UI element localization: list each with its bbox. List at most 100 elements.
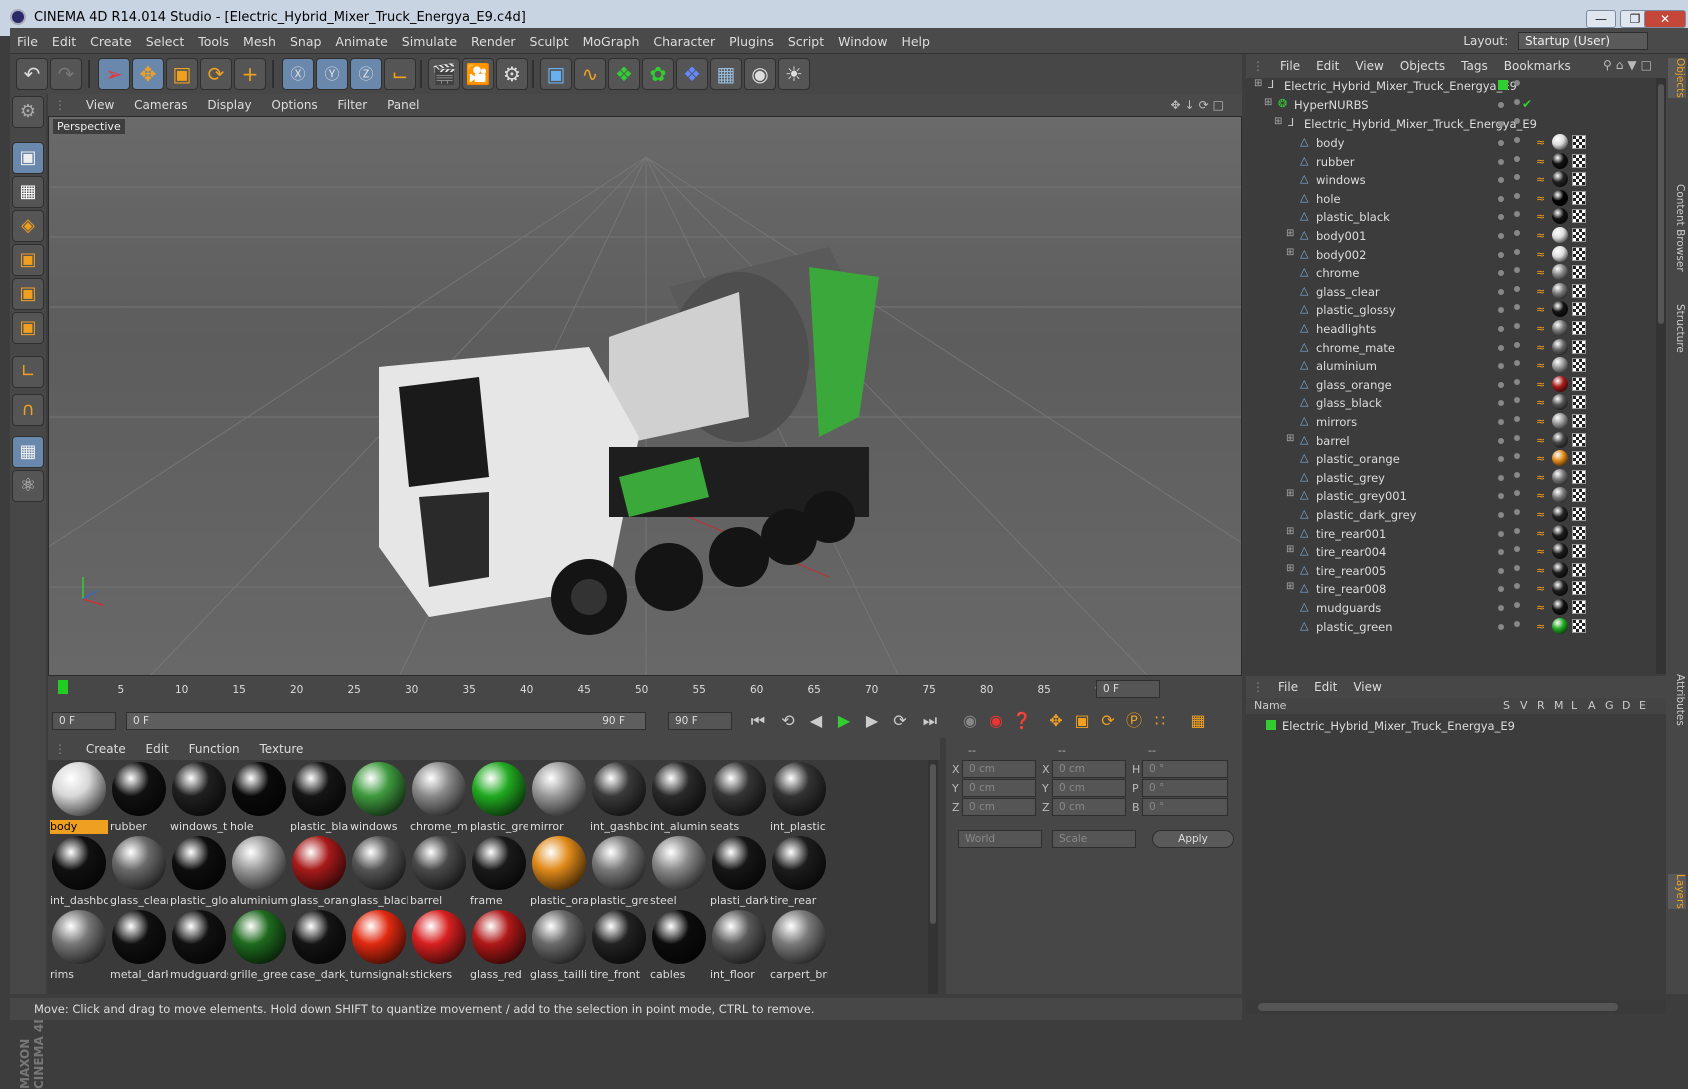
visibility-dot[interactable] <box>1498 605 1504 611</box>
render-dot[interactable] <box>1514 99 1520 105</box>
expand-icon[interactable]: ⊞ <box>1264 97 1272 108</box>
render-dot[interactable] <box>1514 267 1520 274</box>
material-tag[interactable] <box>1552 320 1568 336</box>
visibility-dot[interactable] <box>1498 326 1504 332</box>
material-tag[interactable] <box>1552 524 1568 541</box>
object-row[interactable]: ⊞ △ tire_rear008 ≈ <box>1246 579 1656 599</box>
locked-workplane-icon[interactable]: ⚛ <box>12 470 44 502</box>
menu-window[interactable]: Window <box>831 28 894 49</box>
phong-tag-icon[interactable]: ≈ <box>1536 564 1548 577</box>
object-row[interactable]: △ plastic_glossy ≈ <box>1246 300 1656 320</box>
close-button[interactable]: ✕ <box>1644 10 1686 28</box>
viewport-menu-options[interactable]: Options <box>263 94 325 112</box>
menu-simulate[interactable]: Simulate <box>395 28 464 49</box>
visibility-dot[interactable] <box>1498 512 1504 518</box>
material-menu-texture[interactable]: Texture <box>251 738 311 756</box>
render-dot[interactable] <box>1514 509 1520 515</box>
material-swatch[interactable]: tire_front <box>588 908 648 982</box>
material-tag[interactable] <box>1552 617 1568 634</box>
render-settings-icon[interactable]: ⚙ <box>496 58 528 90</box>
coord-value-field[interactable]: 0 ° <box>1142 798 1228 816</box>
layer-row[interactable]: Electric_Hybrid_Mixer_Truck_Energya_E9 <box>1246 716 1656 736</box>
layer-color-swatch[interactable] <box>1266 720 1276 730</box>
visibility-dot[interactable] <box>1498 549 1504 556</box>
expand-icon[interactable]: ⊞ <box>1286 488 1294 499</box>
phong-tag-icon[interactable]: ≈ <box>1536 229 1548 242</box>
menu-snap[interactable]: Snap <box>283 28 328 49</box>
timeline-playhead[interactable] <box>58 680 68 694</box>
render-dot[interactable] <box>1514 192 1520 199</box>
material-swatch[interactable]: barrel <box>408 834 468 908</box>
render-dot[interactable] <box>1514 564 1520 571</box>
menu-help[interactable]: Help <box>894 28 937 49</box>
material-tag[interactable] <box>1552 264 1568 281</box>
material-tag[interactable] <box>1552 152 1568 169</box>
render-dot[interactable] <box>1514 304 1520 311</box>
material-swatch[interactable]: glass_tailli <box>528 908 588 982</box>
menu-file[interactable]: File <box>10 28 45 49</box>
render-dot[interactable] <box>1514 453 1520 460</box>
move-tool-icon[interactable]: ✥ <box>132 58 164 90</box>
material-swatch[interactable]: grille_greei <box>228 908 288 982</box>
render-dot[interactable] <box>1514 80 1520 86</box>
render-dot[interactable] <box>1514 230 1520 236</box>
polygons-mode-icon[interactable]: ▣ <box>12 312 44 344</box>
object-row[interactable]: △ glass_black ≈ <box>1246 393 1656 413</box>
material-swatch[interactable]: body <box>48 760 108 834</box>
object-row[interactable]: △ plastic_grey ≈ <box>1246 468 1656 488</box>
expand-icon[interactable]: ⊞ <box>1286 581 1294 592</box>
material-swatch[interactable]: hole <box>228 760 288 834</box>
phong-tag-icon[interactable]: ≈ <box>1536 341 1548 354</box>
camera-icon[interactable]: ◉ <box>744 58 776 90</box>
tab-content-browser[interactable]: Content Browser <box>1668 184 1686 272</box>
texture-tag[interactable] <box>1572 190 1586 205</box>
object-row[interactable]: ⊞ ⅃ Electric_Hybrid_Mixer_Truck_Energya_E9 <box>1246 76 1656 96</box>
texture-tag[interactable] <box>1572 135 1586 149</box>
layer-menu-edit[interactable]: Edit <box>1306 676 1345 698</box>
visibility-dot[interactable] <box>1498 400 1504 407</box>
render-dot[interactable] <box>1514 341 1520 348</box>
texture-tag[interactable] <box>1572 451 1586 466</box>
material-swatch[interactable]: int_gashbc <box>588 760 648 834</box>
material-swatch[interactable]: glass_black <box>348 834 408 908</box>
menu-script[interactable]: Script <box>781 28 831 49</box>
material-swatch[interactable]: stickers <box>408 908 468 982</box>
object-row[interactable]: ⊞ △ barrel ≈ <box>1246 431 1656 451</box>
menu-character[interactable]: Character <box>646 28 722 49</box>
material-swatch[interactable]: plastic_bla <box>288 760 348 834</box>
apply-button[interactable]: Apply <box>1152 830 1234 848</box>
viewport-menu-panel[interactable]: Panel <box>379 94 427 112</box>
material-swatch[interactable]: aluminium <box>228 834 288 908</box>
edges-mode-icon[interactable]: ▣ <box>12 278 44 310</box>
texture-tag[interactable] <box>1572 172 1586 187</box>
material-swatch[interactable]: case_dark_ <box>288 908 348 982</box>
visibility-dot[interactable] <box>1498 493 1504 500</box>
visibility-dot[interactable] <box>1498 567 1504 574</box>
perspective-viewport[interactable]: Perspective <box>48 116 1242 676</box>
material-swatch[interactable]: glass_clear <box>108 834 168 908</box>
object-row[interactable]: △ glass_orange ≈ <box>1246 375 1656 395</box>
object-menu-edit[interactable]: Edit <box>1308 54 1347 73</box>
object-row[interactable]: ⊞ △ tire_rear005 ≈ <box>1246 561 1656 581</box>
undo-icon[interactable]: ↶ <box>16 58 48 90</box>
spline-icon[interactable]: ∿ <box>574 58 606 90</box>
material-swatch[interactable]: windows_t <box>168 760 228 834</box>
snapping-icon[interactable]: ∩ <box>12 394 44 426</box>
texture-tag[interactable] <box>1572 302 1586 317</box>
object-menu-bookmarks[interactable]: Bookmarks <box>1496 54 1579 73</box>
coord-value-field[interactable]: 0 ° <box>1142 760 1228 778</box>
timeline-window-icon[interactable]: ▦ <box>1186 710 1210 734</box>
material-swatch[interactable]: glass_oran <box>288 834 348 908</box>
coord-value-field[interactable]: 0 cm <box>1052 760 1126 778</box>
material-swatch[interactable]: metal_dark <box>108 908 168 982</box>
material-tag[interactable] <box>1552 282 1568 299</box>
expand-icon[interactable]: ⊞ <box>1286 433 1294 444</box>
phong-tag-icon[interactable]: ≈ <box>1536 434 1548 447</box>
material-swatch[interactable]: chrome_ma <box>408 760 468 834</box>
material-tag[interactable] <box>1552 561 1568 578</box>
phong-tag-icon[interactable]: ≈ <box>1536 508 1548 521</box>
material-tag[interactable] <box>1552 468 1568 485</box>
texture-tag[interactable] <box>1572 283 1586 298</box>
object-row[interactable]: △ rubber ≈ <box>1246 152 1656 172</box>
key-parameter-icon[interactable]: Ⓟ <box>1122 710 1146 734</box>
